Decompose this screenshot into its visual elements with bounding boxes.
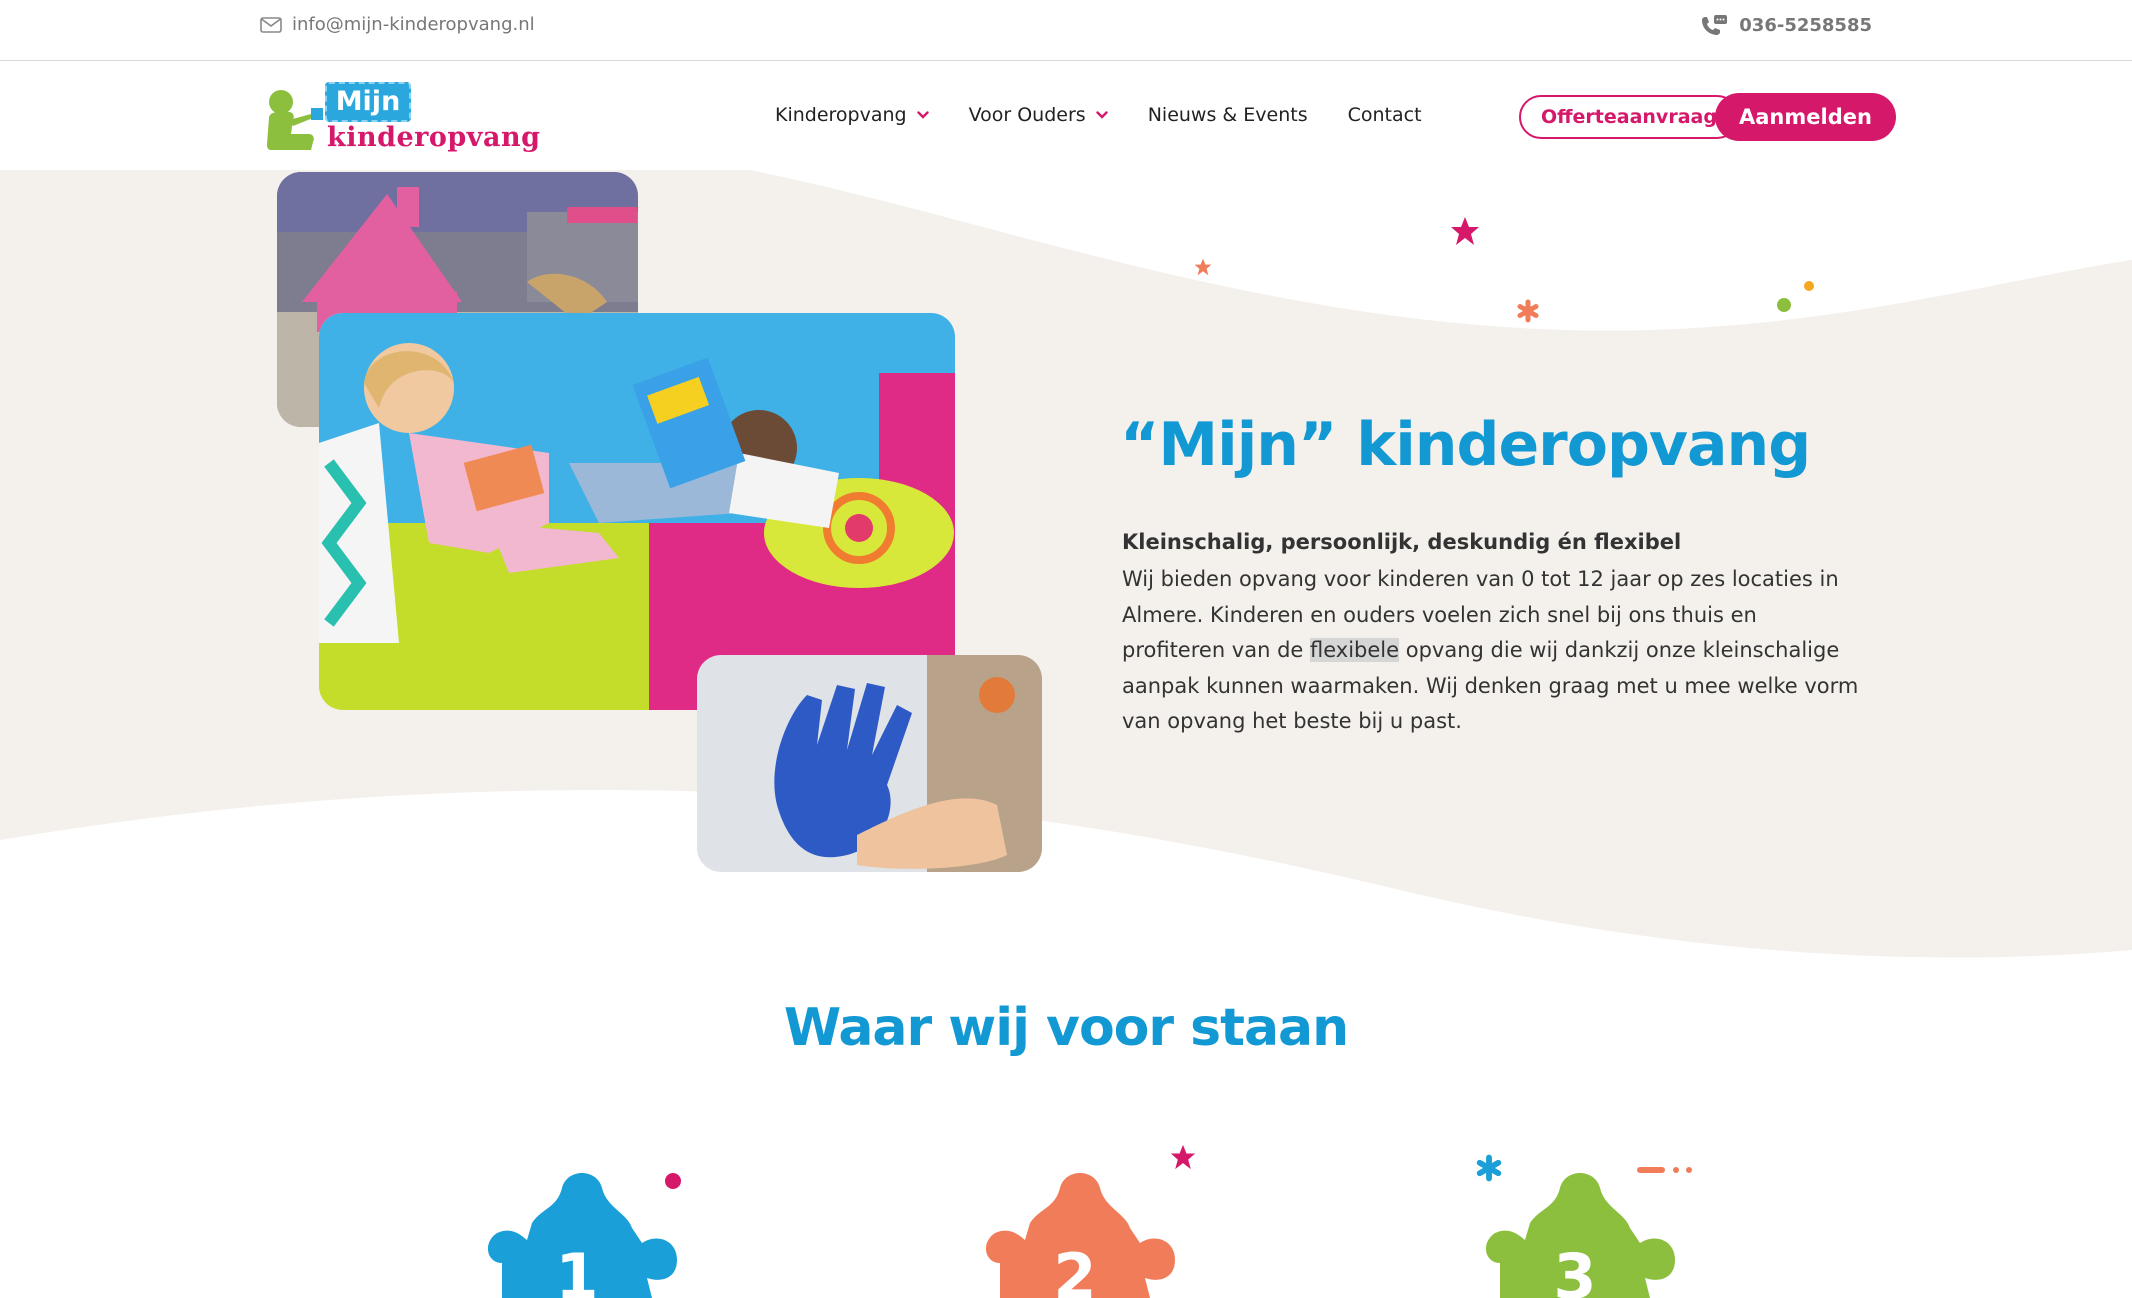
top-bar: info@mijn-kinderopvang.nl 036-5258585 xyxy=(0,0,2132,61)
phone-icon xyxy=(1702,15,1728,35)
asterisk-decoration-icon xyxy=(1476,1154,1502,1182)
values-section-title: Waar wij voor staan xyxy=(783,998,1349,1058)
nav-item-kinderopvang[interactable]: Kinderopvang xyxy=(775,104,929,126)
nav-item-label: Voor Ouders xyxy=(968,104,1086,126)
dash-dots-decoration-icon xyxy=(1637,1167,1692,1173)
chevron-down-icon xyxy=(916,111,929,119)
hero-photo-children-reading xyxy=(319,313,955,710)
hero-title: “Mijn” kinderopvang xyxy=(1120,410,1811,480)
signup-button[interactable]: Aanmelden xyxy=(1715,93,1896,141)
phone-link[interactable]: 036-5258585 xyxy=(1699,14,1872,36)
main-nav: Kinderopvang Voor Ouders Nieuws & Events… xyxy=(775,104,1422,126)
asterisk-decoration-icon xyxy=(1517,299,1539,323)
star-decoration-icon xyxy=(1451,217,1479,245)
hero-subtitle: Kleinschalig, persoonlijk, deskundig én … xyxy=(1122,530,1682,554)
main-header: Mijn kinderopvang Kinderopvang Voor Oude… xyxy=(0,62,2132,170)
nav-item-label: Kinderopvang xyxy=(775,104,907,126)
site-logo[interactable]: Mijn kinderopvang xyxy=(263,78,540,158)
dots-decoration-icon xyxy=(1777,281,1814,312)
nav-item-label: Nieuws & Events xyxy=(1147,104,1308,126)
phone-text: 036-5258585 xyxy=(1739,14,1872,36)
puzzle-piece-icon: 3 xyxy=(1485,1173,1675,1298)
email-text: info@mijn-kinderopvang.nl xyxy=(292,14,535,35)
puzzle-piece-icon: 2 xyxy=(985,1173,1175,1298)
puzzle-number: 2 xyxy=(1053,1240,1096,1298)
quote-request-button[interactable]: Offerteaanvraag xyxy=(1519,95,1739,139)
nav-item-label: Contact xyxy=(1347,104,1422,126)
email-link[interactable]: info@mijn-kinderopvang.nl xyxy=(260,14,535,35)
logo-kinderopvang-text: kinderopvang xyxy=(327,122,541,153)
hero-paragraph: Wij bieden opvang voor kinderen van 0 to… xyxy=(1122,562,1862,740)
star-decoration-icon xyxy=(1170,1144,1196,1170)
hero-photo-painted-hand xyxy=(697,655,1042,872)
hero-text-highlight: flexibele xyxy=(1310,638,1400,662)
chevron-down-icon xyxy=(1096,111,1108,119)
dot-decoration-icon xyxy=(665,1173,681,1189)
star-decoration-icon xyxy=(1194,258,1212,276)
puzzle-number: 3 xyxy=(1553,1240,1596,1298)
nav-item-voor-ouders[interactable]: Voor Ouders xyxy=(969,104,1108,126)
logo-mijn-text: Mijn xyxy=(325,82,411,122)
mail-icon xyxy=(260,16,282,33)
child-figure-icon xyxy=(267,90,323,150)
nav-item-nieuws-events[interactable]: Nieuws & Events xyxy=(1148,104,1308,126)
puzzle-number: 1 xyxy=(555,1240,598,1298)
nav-item-contact[interactable]: Contact xyxy=(1348,104,1422,126)
puzzle-piece-icon: 1 xyxy=(487,1173,677,1298)
